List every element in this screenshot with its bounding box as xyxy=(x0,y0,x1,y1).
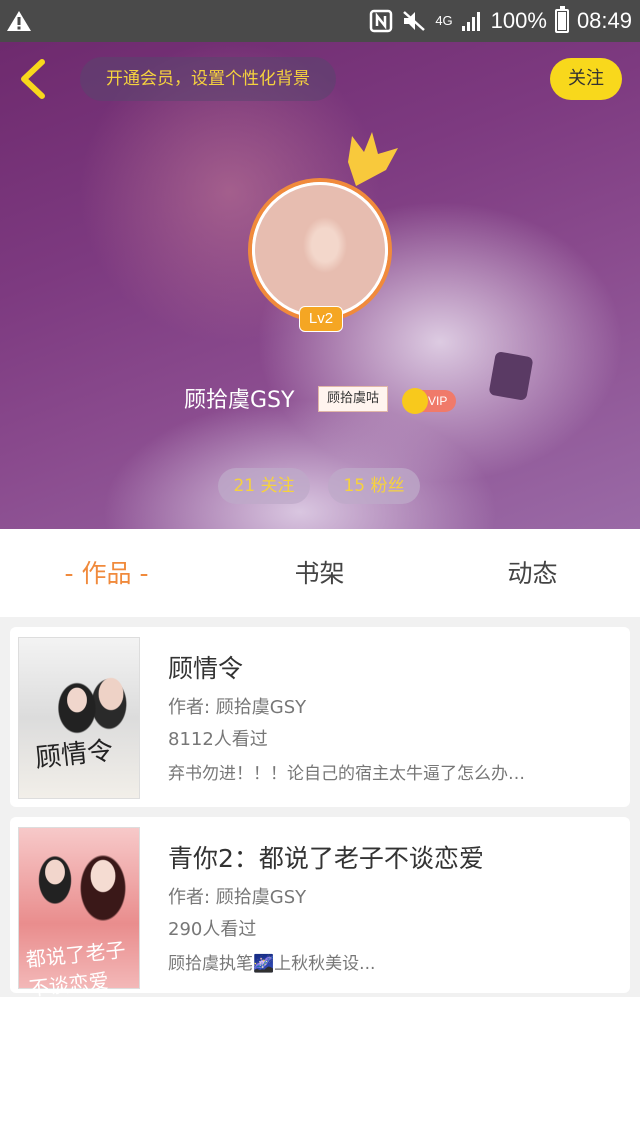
book-cover[interactable]: 顾情令 xyxy=(18,637,140,799)
book-description: 弃书勿进！！！论自己的宿主太牛逼了怎么办… xyxy=(168,764,525,784)
book-read-count: 290人看过 xyxy=(168,919,257,940)
profile-header: 开通会员，设置个性化背景 关注 Lv2 顾拾虞GSY 顾拾虞咕 VIP 21 关… xyxy=(0,42,640,529)
status-bar: 4G 100% 08:49 xyxy=(0,0,640,42)
signal-icon xyxy=(461,12,480,31)
avatar[interactable] xyxy=(248,178,392,322)
works-list: 顾情令 顾情令 作者: 顾拾虞GSY 8112人看过 弃书勿进！！！论自己的宿主… xyxy=(0,617,640,1138)
vip-crown-icon xyxy=(402,388,428,414)
book-description: 顾拾虞执笔🌌上秋秋美设... xyxy=(168,954,376,974)
level-badge: Lv2 xyxy=(299,306,343,332)
book-title[interactable]: 顾情令 xyxy=(168,649,243,685)
book-read-count: 8112人看过 xyxy=(168,729,268,750)
book-cover[interactable]: 都说了老子不谈恋爱 xyxy=(18,827,140,1001)
tab-feed[interactable]: 动态 xyxy=(426,529,639,617)
vip-label: VIP xyxy=(428,394,448,408)
fans-count[interactable]: 15 粉丝 xyxy=(328,468,420,504)
vip-background-banner[interactable]: 开通会员，设置个性化背景 xyxy=(80,57,336,101)
book-title[interactable]: 青你2：都说了老子不谈恋爱 xyxy=(168,839,484,875)
battery-icon xyxy=(554,6,569,33)
vip-badge: VIP xyxy=(402,388,456,414)
back-arrow-icon[interactable] xyxy=(14,56,54,102)
clock: 08:49 xyxy=(576,8,632,33)
list-item[interactable]: 都说了老子不谈恋爱 青你2：都说了老子不谈恋爱 作者: 顾拾虞GSY 290人看… xyxy=(10,817,630,1001)
battery-percent: 100% xyxy=(490,8,547,33)
username-row: 顾拾虞GSY 顾拾虞咕 VIP xyxy=(0,378,640,418)
book-author: 作者: 顾拾虞GSY xyxy=(168,887,307,908)
following-count[interactable]: 21 关注 xyxy=(218,468,310,504)
tab-bookshelf[interactable]: 书架 xyxy=(213,529,426,617)
cover-title: 顾情令 xyxy=(33,735,115,774)
network-label: 4G xyxy=(435,13,453,28)
mute-icon xyxy=(403,11,426,31)
book-author: 作者: 顾拾虞GSY xyxy=(168,697,307,718)
tab-works[interactable]: - 作品 - xyxy=(0,529,213,617)
nfc-icon xyxy=(370,9,393,33)
name-tag: 顾拾虞咕 xyxy=(318,386,388,412)
cover-title: 都说了老子不谈恋爱 xyxy=(24,937,127,1001)
follow-button[interactable]: 关注 xyxy=(550,58,622,100)
tab-bar: - 作品 - 书架 动态 xyxy=(0,529,640,617)
avatar-image xyxy=(252,182,388,318)
list-item[interactable]: 顾情令 顾情令 作者: 顾拾虞GSY 8112人看过 弃书勿进！！！论自己的宿主… xyxy=(10,627,630,807)
username: 顾拾虞GSY xyxy=(184,388,295,413)
warning-icon xyxy=(7,11,31,31)
